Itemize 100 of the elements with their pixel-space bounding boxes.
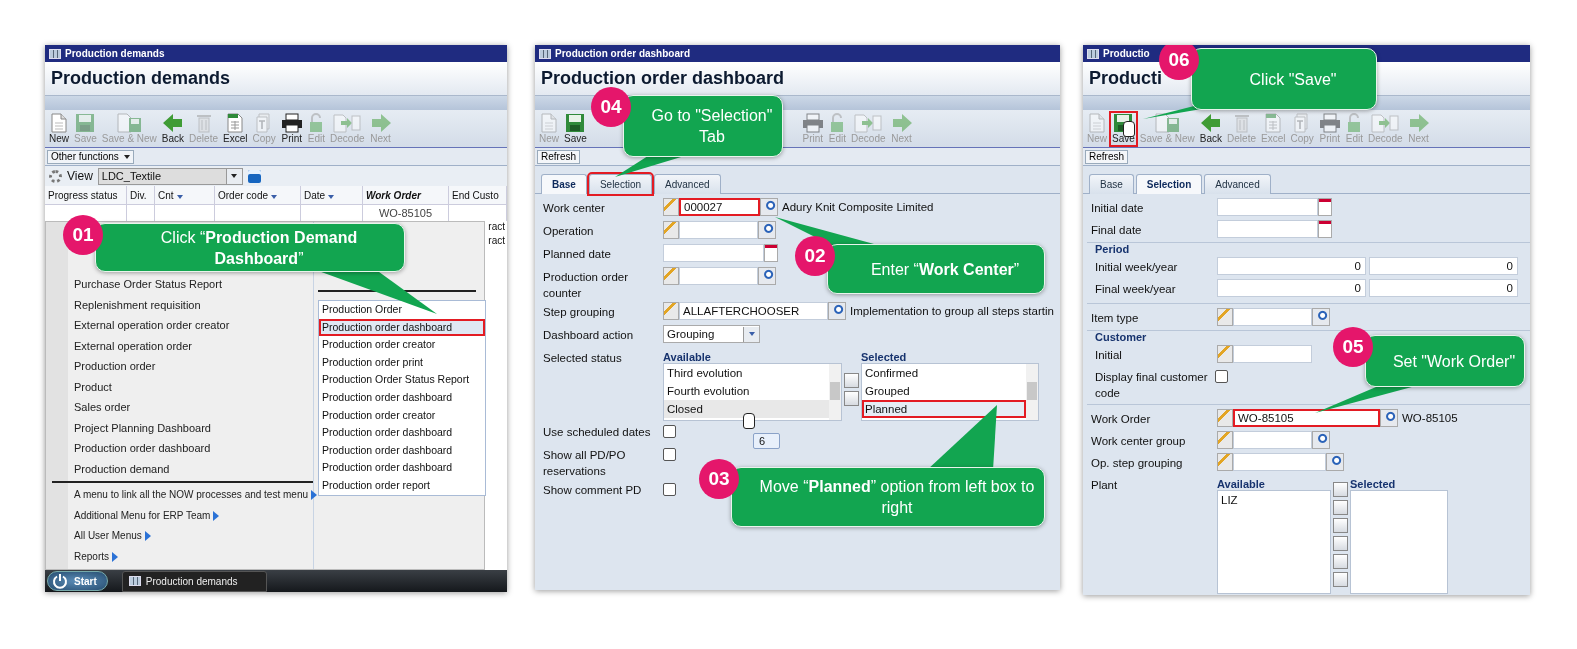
input-field[interactable]: 000027 (679, 198, 760, 216)
taskbar-button[interactable]: Production demands (121, 570, 267, 592)
filter-field[interactable] (215, 205, 301, 221)
menu-item[interactable]: Product (46, 376, 313, 397)
filter-field[interactable] (449, 205, 507, 221)
refresh-button[interactable]: Refresh (537, 149, 580, 164)
menu-item[interactable]: Sales order (46, 397, 313, 418)
toolbar-button[interactable]: Back (160, 113, 186, 145)
dropdown-button[interactable]: Other functions (47, 149, 134, 164)
column-header[interactable]: Work Order (363, 186, 449, 205)
pencil-button[interactable] (663, 221, 679, 239)
list-item[interactable]: Production Order (319, 301, 485, 319)
search-button[interactable] (1326, 453, 1344, 471)
filter-field[interactable] (127, 205, 155, 221)
input-field[interactable] (679, 221, 758, 239)
date-field[interactable] (663, 244, 764, 262)
filter-field[interactable] (301, 205, 363, 221)
input-field[interactable]: WO-85105 (1233, 409, 1380, 427)
column-header[interactable]: End Custo (449, 186, 507, 205)
input-field[interactable] (1233, 308, 1312, 326)
toolbar-button[interactable]: Print (279, 113, 304, 145)
scrollbar[interactable] (1026, 364, 1038, 420)
pencil-button[interactable] (1217, 431, 1233, 449)
filter-field[interactable] (45, 205, 127, 221)
number-field[interactable]: 0 (1369, 279, 1518, 297)
menu-item[interactable]: Production order dashboard (46, 438, 313, 459)
start-button[interactable]: Start (47, 571, 108, 591)
list-item[interactable]: Production order report (319, 476, 485, 495)
list-item[interactable]: Planned (862, 400, 1026, 418)
column-header[interactable]: Div. (127, 186, 155, 205)
toolbar-button[interactable]: Back (1198, 113, 1224, 145)
pencil-button[interactable] (663, 267, 679, 285)
menu-item[interactable]: External operation order creator (46, 315, 313, 336)
list-item[interactable]: Production order creator (319, 336, 485, 354)
menu-item[interactable]: External operation order (46, 335, 313, 356)
list-item[interactable]: Production order dashboard (319, 318, 485, 337)
view-dropdown[interactable]: LDC_Textile (97, 167, 243, 185)
checkbox[interactable] (663, 425, 676, 438)
toolbar-button[interactable]: Save (563, 113, 588, 145)
list-item[interactable]: LIZ (1218, 491, 1330, 509)
scrollbar[interactable] (829, 364, 841, 420)
menu-item[interactable]: All User Menus (74, 526, 142, 547)
search-button[interactable] (1380, 409, 1398, 427)
filter-field[interactable]: WO-85105 (363, 205, 449, 221)
number-field[interactable]: 0 (1369, 257, 1518, 275)
calendar-button[interactable] (1318, 198, 1332, 216)
list-item[interactable]: Production order dashboard (319, 424, 485, 442)
refresh-button[interactable]: Refresh (1085, 149, 1128, 164)
menu-item[interactable]: Purchase Order Status Report (46, 274, 313, 295)
tab[interactable]: Selection (1135, 174, 1203, 194)
pencil-button[interactable] (663, 302, 679, 320)
search-button[interactable] (758, 267, 776, 285)
menu-item[interactable]: Production demand (46, 458, 313, 479)
list-item[interactable]: Production order dashboard (319, 441, 485, 460)
list-item[interactable]: Confirmed (862, 364, 1026, 382)
search-button[interactable] (828, 302, 846, 320)
list-item[interactable]: Production order print (319, 353, 485, 372)
pencil-button[interactable] (1217, 345, 1233, 363)
toolbar-button[interactable]: New (48, 113, 70, 145)
list-item[interactable]: Grouped (862, 382, 1026, 400)
tab[interactable]: Advanced (1204, 174, 1271, 194)
list-item[interactable]: Production order dashboard (319, 459, 485, 477)
list-item[interactable]: Fourth evolution (664, 382, 829, 400)
column-header[interactable]: Order code (215, 186, 301, 205)
list-item[interactable]: Production order dashboard (319, 388, 485, 407)
menu-item[interactable]: Additional Menu for ERP Team (74, 505, 211, 526)
checkbox[interactable] (1215, 370, 1228, 383)
search-button[interactable] (760, 198, 778, 216)
pencil-button[interactable] (1217, 308, 1233, 326)
input-field[interactable] (1233, 345, 1312, 363)
menu-item[interactable]: A menu to link all the NOW processes and test menu (74, 485, 308, 506)
tab[interactable]: Advanced (654, 174, 721, 194)
input-field[interactable] (1233, 431, 1312, 449)
list-item[interactable]: Production order creator (319, 406, 485, 425)
pencil-button[interactable] (663, 198, 679, 216)
number-field[interactable]: 0 (1217, 279, 1366, 297)
calendar-button[interactable] (1318, 220, 1332, 238)
number-field[interactable]: 0 (1217, 257, 1366, 275)
toolbar-button[interactable]: Save (1111, 113, 1136, 145)
column-header[interactable]: Date (301, 186, 363, 205)
date-field[interactable] (1217, 220, 1318, 238)
column-header[interactable]: Progress status (45, 186, 127, 205)
date-field[interactable] (1217, 198, 1318, 216)
input-field[interactable] (1233, 453, 1326, 471)
list-item[interactable]: Closed (664, 400, 829, 418)
search-button[interactable] (1312, 431, 1330, 449)
menu-item[interactable]: Project Planning Dashboard (46, 417, 313, 438)
column-header[interactable]: Cnt (155, 186, 215, 205)
list-item[interactable]: Third evolution (664, 364, 829, 382)
search-button[interactable] (758, 221, 776, 239)
pencil-button[interactable] (1217, 409, 1233, 427)
dropdown-field[interactable]: Grouping (663, 325, 760, 343)
filter-field[interactable] (155, 205, 215, 221)
input-field[interactable]: ALLAFTERCHOOSER (679, 302, 828, 320)
tab[interactable]: Base (541, 174, 587, 194)
toolbar-button[interactable]: Excel (222, 113, 249, 145)
menu-item[interactable]: Production order (46, 356, 313, 377)
checkbox[interactable] (663, 483, 676, 496)
checkbox[interactable] (663, 448, 676, 461)
list-item[interactable]: Production Order Status Report (319, 371, 485, 389)
